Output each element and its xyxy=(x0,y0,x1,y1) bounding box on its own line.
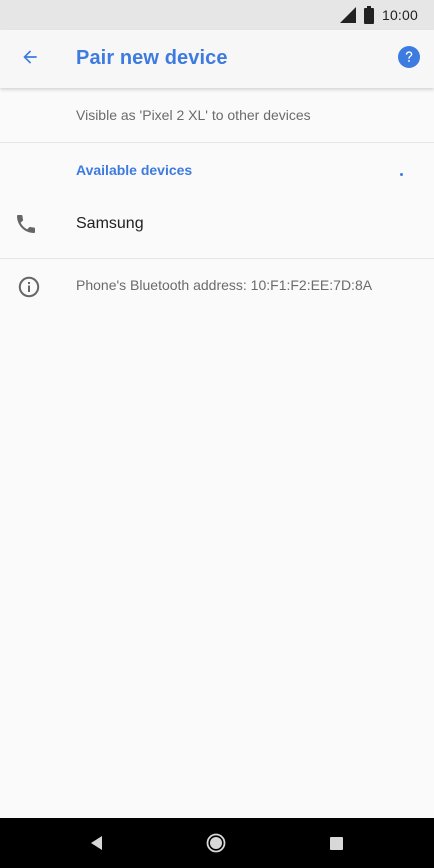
status-bar: 10:00 xyxy=(0,0,434,30)
app-bar: Pair new device xyxy=(0,30,434,88)
navigation-bar xyxy=(0,818,434,868)
help-circle-icon xyxy=(398,45,420,73)
arrow-left-icon xyxy=(20,47,40,72)
help-button[interactable] xyxy=(396,45,422,73)
phone-icon xyxy=(14,212,38,236)
available-devices-header: Available devices xyxy=(0,143,434,193)
page-title: Pair new device xyxy=(76,47,228,69)
signal-icon xyxy=(339,7,356,23)
section-title: Available devices xyxy=(76,162,193,178)
nav-recents-icon[interactable] xyxy=(330,837,343,850)
back-button[interactable] xyxy=(10,38,50,80)
screen: 10:00 Pair new device Visible as 'Pixel xyxy=(0,0,434,868)
device-name: Samsung xyxy=(76,215,144,232)
bluetooth-address-row: Phone's Bluetooth address: 10:F1:F2:EE:7… xyxy=(0,259,434,315)
bluetooth-address-text: Phone's Bluetooth address: 10:F1:F2:EE:7… xyxy=(76,277,373,293)
battery-icon xyxy=(363,6,374,24)
status-time: 10:00 xyxy=(381,7,418,23)
info-icon xyxy=(17,275,41,299)
visibility-text: Visible as 'Pixel 2 XL' to other devices xyxy=(76,107,311,123)
nav-home-icon[interactable] xyxy=(206,833,226,853)
nav-back-icon[interactable] xyxy=(88,834,106,852)
visibility-row: Visible as 'Pixel 2 XL' to other devices xyxy=(0,88,434,143)
scanning-indicator xyxy=(400,173,403,176)
device-item-samsung[interactable]: Samsung xyxy=(0,194,434,259)
status-icons: 10:00 xyxy=(339,5,418,25)
